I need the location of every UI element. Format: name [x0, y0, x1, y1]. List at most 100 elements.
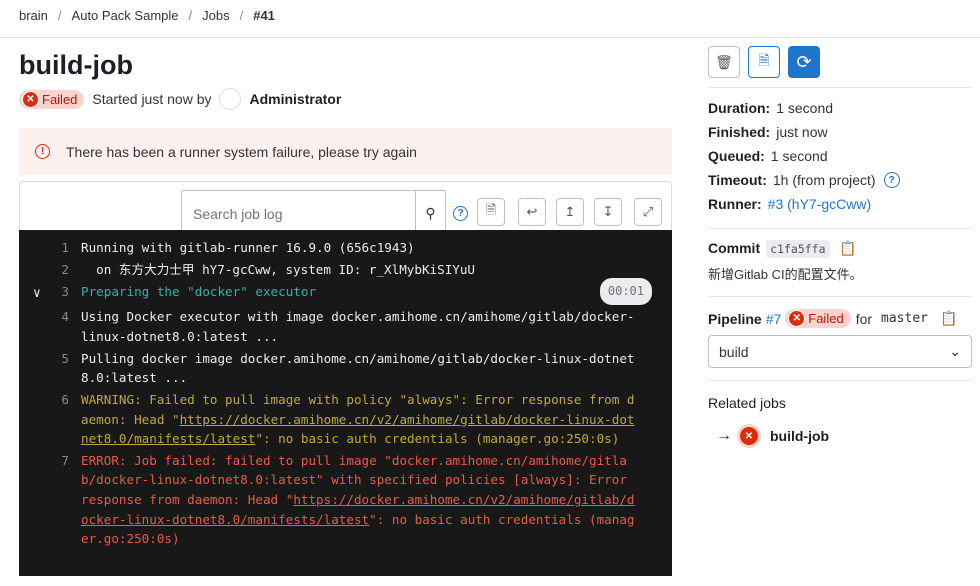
retry-icon: ⟳ — [796, 51, 812, 72]
avatar[interactable] — [219, 88, 242, 110]
failed-icon: ✕ — [789, 311, 805, 326]
label: Runner: — [708, 196, 762, 212]
user-link[interactable]: Administrator — [249, 91, 341, 107]
arrow-right-icon: → — [716, 427, 732, 444]
status-badge[interactable]: ✕ Failed — [19, 89, 85, 109]
scroll-top-icon[interactable]: ↥ — [556, 198, 584, 226]
stage-value: build — [719, 344, 749, 360]
line-number[interactable]: 2 — [19, 260, 81, 280]
alert-text: There has been a runner system failure, … — [66, 143, 417, 160]
runner-link[interactable]: #3 (hY7-gcCww) — [768, 196, 871, 212]
log-text: Pulling docker image docker.amihome.cn/a… — [81, 350, 635, 386]
label: Pipeline — [708, 310, 762, 327]
label: Commit — [708, 240, 761, 256]
commit-row: Commit c1fa5ffa 📋 — [708, 240, 857, 258]
log-line-warning: 6 WARNING: Failed to pull image with poli… — [19, 390, 672, 449]
value: just now — [776, 124, 828, 140]
divider — [708, 296, 972, 297]
log-line: 5 Pulling docker image docker.amihome.cn/… — [19, 349, 672, 388]
log-text: WARNING: Failed to pull image with polic… — [81, 390, 641, 449]
finished-row: Finished: just now — [708, 124, 828, 140]
log-text: Running with gitlab-runner 16.9.0 (656c1… — [81, 240, 415, 255]
separator: / — [239, 8, 244, 23]
runner-row: Runner: #3 (hY7-gcCww) — [708, 196, 871, 212]
log-toolbar: Search job log ⚲ ? 🗎 ↩ ↥ ↧ ⤢ — [19, 181, 672, 237]
commit-sha[interactable]: c1fa5ffa — [766, 240, 830, 258]
line-number[interactable]: 4 — [19, 307, 81, 346]
log-text: ERROR: Job failed: failed to pull image … — [81, 451, 641, 549]
help-icon[interactable]: ? — [883, 172, 900, 188]
divider — [708, 380, 972, 381]
related-job-item[interactable]: → ✕ build-job — [716, 427, 835, 445]
log-line: 4 Using Docker executor with image docker… — [19, 307, 672, 346]
copy-icon[interactable]: 📋 — [940, 310, 957, 327]
line-number[interactable]: 7 — [19, 451, 81, 549]
breadcrumb-jobs[interactable]: Jobs — [202, 8, 229, 23]
wrap-lines-icon[interactable]: ↩ — [518, 198, 546, 226]
value: 1 second — [776, 100, 834, 116]
log-section-header[interactable]: ∨ 3 Preparing the "docker" executor 00:01 — [19, 277, 672, 306]
line-number[interactable]: 5 — [19, 349, 81, 388]
pipeline-row: Pipeline #7 ✕ Failed for master 📋 — [708, 309, 957, 328]
related-jobs-heading: Related jobs — [708, 395, 786, 411]
log-text: on 东方大力士甲 hY7-gcCww, system ID: r_XlMybK… — [81, 261, 476, 277]
error-icon: ! — [35, 144, 50, 159]
raw-log-icon[interactable]: 🗎 — [477, 198, 505, 226]
retry-button[interactable]: ⟳ — [788, 46, 820, 78]
separator: / — [57, 8, 62, 23]
pipeline-link[interactable]: #7 — [766, 311, 782, 327]
log-line: 1 Running with gitlab-runner 16.9.0 (656c… — [19, 238, 672, 258]
breadcrumb-project[interactable]: Auto Pack Sample — [72, 8, 179, 23]
line-number[interactable]: 6 — [19, 390, 81, 449]
log-text-part: ": no basic auth credentials (manager.go… — [255, 431, 620, 447]
trash-icon: 🗑 — [715, 53, 733, 70]
stage-select[interactable]: build ⌄ — [708, 335, 972, 368]
label: Queued: — [708, 148, 765, 164]
divider — [708, 87, 972, 88]
new-issue-button[interactable]: 🗎 — [748, 46, 780, 78]
scroll-bottom-icon[interactable]: ↧ — [594, 198, 622, 226]
erase-job-button[interactable]: 🗑 — [708, 46, 740, 78]
for-text: for — [855, 310, 873, 327]
log-text: Using Docker executor with image docker.… — [81, 309, 635, 344]
pipeline-status-badge[interactable]: ✕ Failed — [785, 309, 851, 328]
help-icon[interactable]: ? — [453, 206, 468, 221]
job-log: 1 Running with gitlab-runner 16.9.0 (656c… — [19, 230, 672, 576]
divider — [0, 37, 980, 38]
log-line-error: 7 ERROR: Job failed: failed to pull image… — [19, 451, 672, 549]
breadcrumb-brain[interactable]: brain — [19, 8, 48, 23]
failed-icon: ✕ — [740, 427, 758, 445]
breadcrumb-current: #41 — [253, 8, 275, 23]
page-title: build-job — [19, 50, 133, 80]
log-text: Preparing the "docker" executor — [81, 283, 317, 299]
branch-name[interactable]: master — [877, 309, 932, 328]
chevron-down-icon[interactable]: ∨ — [33, 284, 41, 304]
breadcrumb: brain / Auto Pack Sample / Jobs / #41 — [19, 8, 275, 23]
duration-row: Duration: 1 second — [708, 100, 833, 116]
started-text: Started just now by — [92, 91, 212, 107]
queued-row: Queued: 1 second — [708, 148, 828, 164]
fullscreen-icon[interactable]: ⤢ — [634, 198, 662, 226]
section-duration: 00:01 — [599, 277, 652, 306]
status-text: Failed — [42, 91, 78, 107]
value: 1h (from project) — [772, 172, 876, 188]
line-number[interactable]: 1 — [19, 238, 81, 258]
failed-icon: ✕ — [23, 91, 38, 107]
status-text: Failed — [808, 311, 844, 326]
failure-alert: ! There has been a runner system failure… — [19, 128, 672, 175]
divider — [708, 228, 972, 229]
chevron-down-icon: ⌄ — [949, 343, 961, 359]
related-job-name[interactable]: build-job — [770, 428, 829, 444]
line-number[interactable]: 3 — [19, 282, 81, 302]
label: Duration: — [708, 100, 771, 116]
label: Timeout: — [708, 172, 767, 188]
timeout-row: Timeout: 1h (from project)? — [708, 172, 900, 188]
copy-icon[interactable]: 📋 — [839, 240, 856, 256]
log-line: 2 on 东方大力士甲 hY7-gcCww, system ID: r_XlMy… — [19, 260, 672, 280]
label: Finished: — [708, 124, 771, 140]
value: 1 second — [770, 148, 828, 164]
file-add-icon: 🗎 — [758, 52, 770, 68]
separator: / — [188, 8, 193, 23]
commit-message: 新增Gitlab CI的配置文件。 — [708, 267, 863, 282]
job-status-line: ✕ Failed Started just now by Administrato… — [19, 88, 341, 110]
